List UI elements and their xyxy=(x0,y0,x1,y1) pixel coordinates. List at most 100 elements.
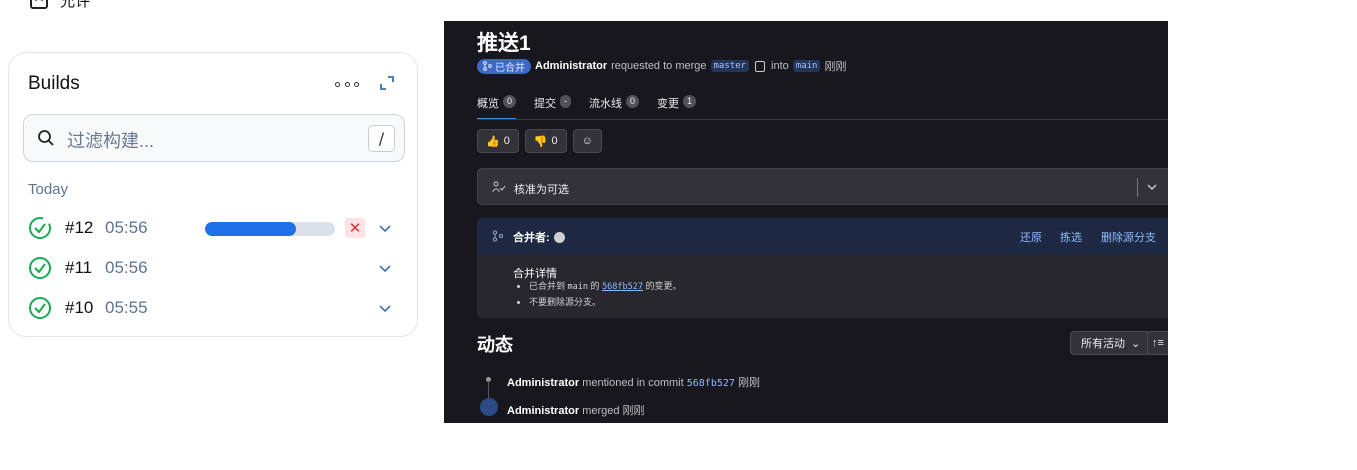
mr-title: 推送1 xyxy=(477,32,531,55)
merge-icon xyxy=(483,61,492,71)
top-item-label: 允许 xyxy=(60,0,91,10)
builds-panel: Builds 过滤构建... / Today #12 05:56 ✕ #11 0… xyxy=(8,52,418,337)
sort-icon: ↑≡ xyxy=(1152,337,1164,349)
tabs-divider xyxy=(477,119,1168,120)
mr-tabs: 概览 0 提交 - 流水线 0 变更 1 xyxy=(477,93,697,120)
mr-meta: 已合并 Administrator requested to merge mas… xyxy=(477,58,846,74)
activity-filter-label: 所有活动 xyxy=(1081,338,1125,350)
thumbs-down-button[interactable]: 👎 0 xyxy=(524,129,567,153)
filter-builds-input[interactable]: 过滤构建... / xyxy=(23,114,405,162)
activity-filter-dropdown[interactable]: 所有活动 ⌄ xyxy=(1070,331,1152,355)
check-circle-icon xyxy=(29,257,51,279)
tab-changes[interactable]: 变更 1 xyxy=(657,93,697,119)
commit-link[interactable]: 568fb527 xyxy=(602,282,643,292)
chevron-down-icon[interactable] xyxy=(378,222,392,236)
build-time: 05:56 xyxy=(105,258,148,277)
activity-text: mentioned in commit xyxy=(582,377,684,389)
merge-widget-header: 合并者: 还原 拣选 删除源分支 xyxy=(477,218,1168,254)
builds-title: Builds xyxy=(28,73,80,94)
shortcut-key: / xyxy=(368,125,395,152)
delete-source-branch-button[interactable]: 删除源分支 xyxy=(1101,229,1156,245)
build-row[interactable]: #12 05:56 ✕ xyxy=(28,216,398,240)
check-circle-icon xyxy=(29,217,51,239)
account-box-icon xyxy=(30,0,48,9)
tab-commits[interactable]: 提交 - xyxy=(534,93,572,119)
detail-text: 的 xyxy=(590,281,600,291)
build-row[interactable]: #11 05:56 xyxy=(28,256,398,280)
search-icon xyxy=(38,130,54,146)
detail-branch: main xyxy=(567,282,589,292)
build-time: 05:56 xyxy=(105,218,148,237)
source-branch[interactable]: master xyxy=(710,60,750,72)
build-number: #10 xyxy=(65,298,94,317)
cancel-build-button[interactable]: ✕ xyxy=(345,218,365,238)
chevron-down-icon[interactable] xyxy=(1146,181,1158,193)
smiley-icon: ☺ xyxy=(581,135,593,147)
tab-label: 提交 xyxy=(534,98,557,110)
group-label-today: Today xyxy=(28,181,69,198)
activity-time: 刚刚 xyxy=(737,377,760,389)
merged-badge: 已合并 xyxy=(477,58,531,74)
approval-section[interactable]: 核准为可选 xyxy=(477,168,1168,205)
dot-icon xyxy=(354,81,359,87)
cherry-pick-button[interactable]: 拣选 xyxy=(1060,229,1082,245)
activity-author[interactable]: Administrator xyxy=(507,377,579,389)
into-text: into xyxy=(771,60,789,72)
activity-time: 刚刚 xyxy=(622,405,645,417)
merge-request-view: 推送1 已合并 Administrator requested to merge… xyxy=(444,21,1168,423)
thumbs-down-icon: 👎 xyxy=(533,135,548,148)
chevron-down-icon: ⌄ xyxy=(1131,337,1141,350)
target-branch[interactable]: main xyxy=(792,60,821,72)
reactions: 👍 0 👎 0 ☺ xyxy=(477,129,602,153)
expand-icon[interactable] xyxy=(378,74,396,92)
add-reaction-button[interactable]: ☺ xyxy=(572,129,602,153)
mr-author[interactable]: Administrator xyxy=(535,60,607,72)
merge-detail-item: 已合并到 main 的 568fb527 的变更。 xyxy=(529,279,682,295)
merged-by: 合并者: xyxy=(513,229,565,245)
divider xyxy=(1137,178,1138,197)
thumbs-up-button[interactable]: 👍 0 xyxy=(477,129,519,153)
commit-link[interactable]: 568fb527 xyxy=(687,378,735,389)
activity-title: 动态 xyxy=(477,335,513,355)
mr-time: 刚刚 xyxy=(824,61,847,73)
tab-label: 概览 xyxy=(477,98,499,110)
thumbs-up-count: 0 xyxy=(503,135,510,147)
detail-text: 已合并到 xyxy=(529,281,566,291)
revert-button[interactable]: 还原 xyxy=(1020,229,1042,245)
sort-button[interactable]: ↑≡ xyxy=(1147,331,1168,355)
build-progress-bar xyxy=(205,222,335,236)
merge-icon xyxy=(480,398,498,416)
activity-author[interactable]: Administrator xyxy=(507,405,579,417)
build-row[interactable]: #10 05:55 xyxy=(28,296,398,320)
build-time: 05:55 xyxy=(105,298,148,317)
approval-icon xyxy=(492,181,506,193)
tab-label: 流水线 xyxy=(589,98,623,110)
activity-text: merged xyxy=(582,405,620,417)
thumbs-up-icon: 👍 xyxy=(486,135,500,148)
approval-text: 核准为可选 xyxy=(514,184,569,196)
merge-detail-item: 不要删除源分支。 xyxy=(529,295,682,310)
filter-placeholder: 过滤构建... xyxy=(67,131,155,151)
detail-text: 的变更。 xyxy=(645,281,682,291)
build-number: #11 xyxy=(65,258,93,277)
tab-label: 变更 xyxy=(657,98,680,110)
copy-icon[interactable] xyxy=(755,60,766,72)
merge-widget: 合并者: 还原 拣选 删除源分支 合并详情 已合并到 main 的 568fb5… xyxy=(477,218,1168,318)
chevron-down-icon[interactable] xyxy=(378,262,392,276)
more-options-button[interactable] xyxy=(335,75,359,93)
tab-pipelines[interactable]: 流水线 0 xyxy=(589,93,640,119)
tab-overview[interactable]: 概览 0 xyxy=(477,93,517,120)
dot-icon xyxy=(344,81,350,87)
merged-by-label: 合并者: xyxy=(513,232,550,244)
top-item[interactable]: 允许 xyxy=(30,0,90,10)
chevron-down-icon[interactable] xyxy=(378,302,392,316)
tab-count: 0 xyxy=(626,95,640,108)
build-number: #12 xyxy=(65,218,94,237)
thumbs-down-count: 0 xyxy=(551,135,558,147)
build-progress-fill xyxy=(205,222,296,236)
activity-item: Administrator mentioned in commit 568fb5… xyxy=(507,374,760,390)
activity-item: Administrator merged 刚刚 xyxy=(507,402,645,418)
merge-details-list: 已合并到 main 的 568fb527 的变更。 不要删除源分支。 xyxy=(529,279,682,310)
avatar[interactable] xyxy=(553,231,565,243)
dot-icon xyxy=(335,81,340,87)
